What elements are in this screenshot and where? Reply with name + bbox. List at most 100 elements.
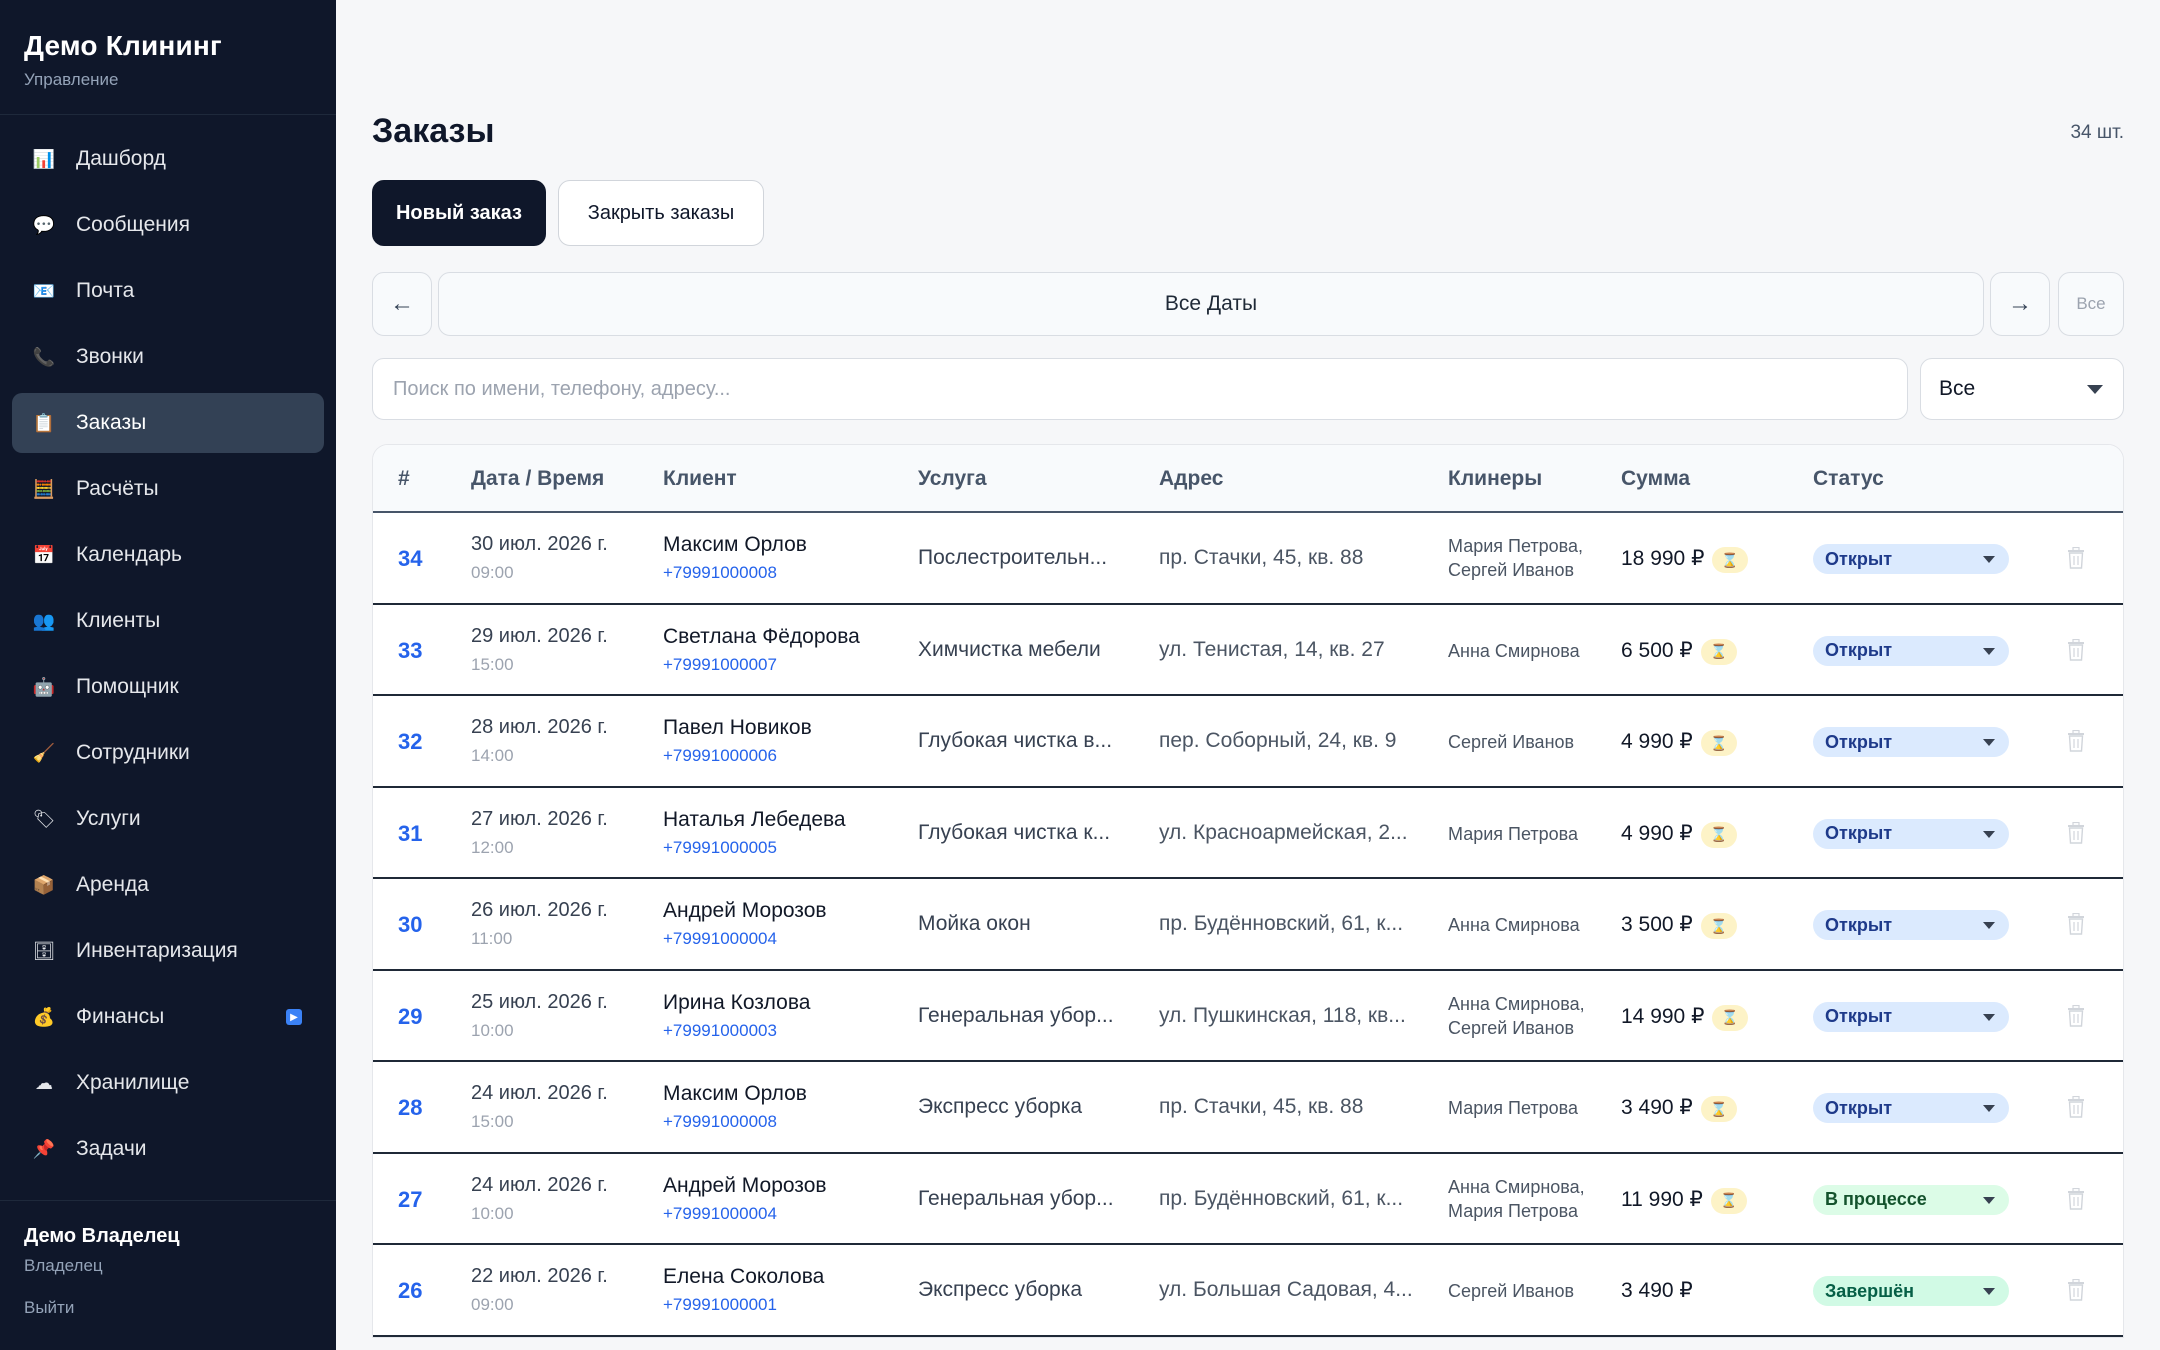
sidebar-item-3[interactable]: 📞 Звонки bbox=[12, 327, 324, 387]
order-id-link[interactable]: 32 bbox=[398, 729, 422, 755]
order-sum: 11 990 ₽ bbox=[1621, 1187, 1703, 1211]
sidebar-item-15[interactable]: 📌 Задачи bbox=[12, 1119, 324, 1179]
sidebar-item-label: Клиенты bbox=[76, 609, 161, 632]
sidebar-item-11[interactable]: 📦 Аренда bbox=[12, 855, 324, 915]
sidebar-item-label: Хранилище bbox=[76, 1071, 190, 1094]
sidebar-item-label: Звонки bbox=[76, 345, 144, 368]
order-id-link[interactable]: 26 bbox=[398, 1278, 422, 1304]
order-time: 09:00 bbox=[471, 1295, 514, 1314]
logout-link[interactable]: Выйти bbox=[24, 1298, 312, 1318]
order-date: 29 июл. 2026 г. bbox=[471, 624, 608, 647]
trash-icon[interactable] bbox=[2067, 1096, 2085, 1118]
sidebar-item-0[interactable]: 📊 Дашборд bbox=[12, 129, 324, 189]
status-select[interactable]: Завершён bbox=[1813, 1276, 2009, 1306]
client-phone-link[interactable]: +79991000003 bbox=[663, 1021, 777, 1041]
order-id-link[interactable]: 27 bbox=[398, 1187, 422, 1213]
sidebar-item-14[interactable]: ☁ Хранилище bbox=[12, 1053, 324, 1113]
trash-icon[interactable] bbox=[2067, 1279, 2085, 1301]
mail-icon: 📧 bbox=[32, 280, 56, 301]
client-phone-link[interactable]: +79991000004 bbox=[663, 1204, 777, 1224]
sidebar-item-2[interactable]: 📧 Почта bbox=[12, 261, 324, 321]
status-select[interactable]: Открыт bbox=[1813, 818, 2009, 849]
service-name: Экспресс уборка bbox=[918, 1278, 1083, 1301]
sidebar-item-5[interactable]: 🧮 Расчёты bbox=[12, 459, 324, 519]
status-filter-select[interactable]: Все bbox=[1920, 358, 2124, 420]
cleaner-name: Мария Петрова bbox=[1448, 823, 1579, 844]
order-time: 10:00 bbox=[471, 1203, 514, 1223]
sidebar-item-8[interactable]: 🤖 Помощник bbox=[12, 657, 324, 717]
client-phone-link[interactable]: +79991000006 bbox=[663, 746, 777, 766]
all-dates-button[interactable]: Все bbox=[2058, 272, 2124, 336]
prev-date-button[interactable]: ← bbox=[372, 272, 432, 336]
date-range-label[interactable]: Все Даты bbox=[438, 272, 1984, 336]
robot-icon: 🤖 bbox=[32, 676, 56, 697]
status-select[interactable]: Открыт bbox=[1813, 1093, 2009, 1123]
close-orders-button[interactable]: Закрыть заказы bbox=[558, 180, 764, 246]
chart-icon: 📊 bbox=[32, 148, 56, 169]
trash-icon[interactable] bbox=[2067, 821, 2085, 844]
order-id-link[interactable]: 28 bbox=[398, 1095, 422, 1121]
sidebar-item-label: Сообщения bbox=[76, 213, 190, 236]
table-row[interactable]: 26 22 июл. 2026 г. 09:00 Елена Соколова +799… bbox=[373, 1245, 2123, 1337]
cleaner-name: Мария Петрова, bbox=[1448, 536, 1584, 556]
order-time: 12:00 bbox=[471, 837, 514, 857]
table-body: 34 30 июл. 2026 г. 09:00 Максим Орлов +79991… bbox=[373, 513, 2123, 1337]
table-row[interactable]: 32 28 июл. 2026 г. 14:00 Павел Новиков +7999… bbox=[373, 696, 2123, 788]
column-header: Сумма bbox=[1621, 467, 1691, 490]
sidebar-item-1[interactable]: 💬 Сообщения bbox=[12, 195, 324, 255]
table-row[interactable]: 30 26 июл. 2026 г. 11:00 Андрей Морозов +799… bbox=[373, 879, 2123, 971]
table-row[interactable]: 28 24 июл. 2026 г. 15:00 Максим Орлов +79991… bbox=[373, 1062, 2123, 1154]
order-id-link[interactable]: 31 bbox=[398, 821, 422, 847]
table-row[interactable]: 29 25 июл. 2026 г. 10:00 Ирина Козлова +7999… bbox=[373, 970, 2123, 1062]
chevron-down-icon bbox=[1983, 830, 1995, 838]
column-header: Статус bbox=[1813, 467, 1884, 490]
order-date: 28 июл. 2026 г. bbox=[471, 716, 608, 738]
table-row[interactable]: 27 24 июл. 2026 г. 10:00 Андрей Морозов +799… bbox=[373, 1153, 2123, 1245]
table-row[interactable]: 34 30 июл. 2026 г. 09:00 Максим Орлов +79991… bbox=[373, 513, 2123, 605]
trash-icon[interactable] bbox=[2067, 913, 2085, 935]
status-select[interactable]: Открыт bbox=[1813, 635, 2009, 666]
sidebar-item-12[interactable]: 🗄 Инвентаризация bbox=[12, 921, 324, 981]
trash-icon[interactable] bbox=[2067, 547, 2085, 569]
client-phone-link[interactable]: +79991000008 bbox=[663, 563, 777, 583]
order-id-link[interactable]: 30 bbox=[398, 912, 422, 938]
order-id-link[interactable]: 29 bbox=[398, 1004, 422, 1030]
sidebar-item-4[interactable]: 📋 Заказы bbox=[12, 393, 324, 453]
status-label: Открыт bbox=[1825, 823, 1893, 843]
new-order-button[interactable]: Новый заказ bbox=[372, 180, 546, 246]
trash-icon[interactable] bbox=[2067, 638, 2085, 661]
sidebar-item-6[interactable]: 📅 Календарь bbox=[12, 525, 324, 585]
client-name: Павел Новиков bbox=[663, 716, 812, 739]
sidebar-item-label: Финансы bbox=[76, 1005, 165, 1028]
client-phone-link[interactable]: +79991000005 bbox=[663, 838, 777, 858]
table-row[interactable]: 33 29 июл. 2026 г. 15:00 Светлана Фёдорова +… bbox=[373, 604, 2123, 696]
trash-icon[interactable] bbox=[2067, 1187, 2085, 1210]
status-select[interactable]: Открыт bbox=[1813, 910, 2009, 940]
status-select[interactable]: Открыт bbox=[1813, 727, 2009, 757]
trash-icon[interactable] bbox=[2067, 730, 2085, 752]
status-select[interactable]: В процессе bbox=[1813, 1184, 2009, 1215]
sidebar-item-13[interactable]: 💰 Финансы ▶ bbox=[12, 987, 324, 1047]
brand-title: Демо Клининг bbox=[24, 30, 222, 61]
sidebar-item-7[interactable]: 👥 Клиенты bbox=[12, 591, 324, 651]
status-select[interactable]: Открыт bbox=[1813, 1001, 2009, 1032]
client-name: Андрей Морозов bbox=[663, 1173, 827, 1197]
status-select[interactable]: Открыт bbox=[1813, 544, 2009, 574]
client-phone-link[interactable]: +79991000007 bbox=[663, 655, 777, 675]
order-address: пр. Стачки, 45, кв. 88 bbox=[1159, 1095, 1364, 1118]
order-id-link[interactable]: 34 bbox=[398, 546, 422, 572]
chevron-down-icon bbox=[1983, 922, 1995, 929]
order-date: 22 июл. 2026 г. bbox=[471, 1265, 608, 1287]
next-date-button[interactable]: → bbox=[1990, 272, 2050, 336]
client-phone-link[interactable]: +79991000008 bbox=[663, 1112, 777, 1132]
table-row[interactable]: 31 27 июл. 2026 г. 12:00 Наталья Лебедева +7… bbox=[373, 787, 2123, 879]
sidebar-item-9[interactable]: 🧹 Сотрудники bbox=[12, 723, 324, 783]
order-id-link[interactable]: 33 bbox=[398, 638, 422, 664]
trash-icon[interactable] bbox=[2067, 1004, 2085, 1027]
page-title: Заказы bbox=[372, 112, 495, 150]
client-phone-link[interactable]: +79991000004 bbox=[663, 929, 777, 949]
sidebar-item-10[interactable]: 🏷 Услуги bbox=[12, 789, 324, 849]
client-phone-link[interactable]: +79991000001 bbox=[663, 1295, 777, 1315]
order-sum: 3 500 ₽ bbox=[1621, 913, 1693, 936]
search-input[interactable] bbox=[372, 358, 1908, 420]
